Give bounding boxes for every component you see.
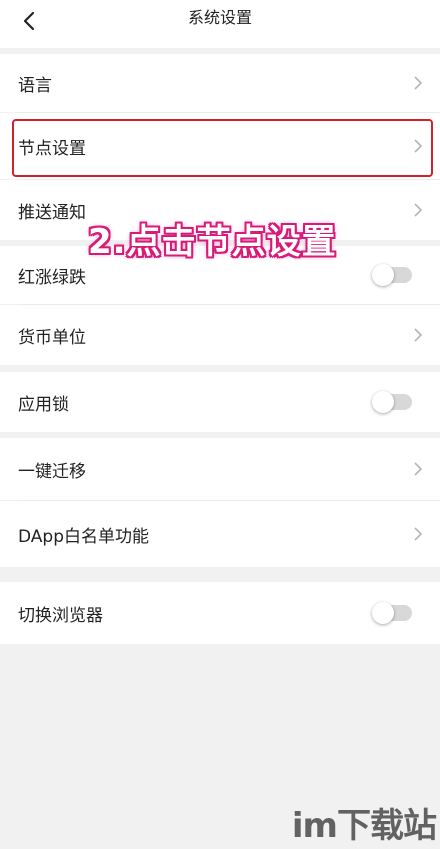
chevron-right-icon [414,527,423,541]
settings-item-currency[interactable]: 货币单位 [0,305,440,365]
settings-item-label: 一键迁移 [18,461,86,482]
back-button[interactable] [14,6,44,36]
chevron-right-icon [414,203,423,217]
settings-item-language[interactable]: 语言 [0,54,440,112]
settings-item-app-lock[interactable]: 应用锁 [0,372,440,432]
top-bar: 系统设置 [0,0,440,48]
red-green-toggle[interactable] [372,264,412,286]
toggle-knob [372,264,394,286]
page-title: 系统设置 [187,8,252,27]
settings-item-switch-browser[interactable]: 切换浏览器 [0,582,440,644]
watermark-logo: im下载站 [291,806,437,846]
settings-item-label: 货币单位 [18,327,86,348]
toggle-knob [372,602,394,624]
tutorial-annotation: 2.点击节点设置 [88,222,337,262]
chevron-right-icon [414,76,423,90]
chevron-right-icon [414,462,423,476]
chevron-left-icon [23,11,35,31]
toggle-knob [372,391,394,413]
settings-item-node[interactable]: 节点设置 [0,113,440,179]
settings-item-dapp-whitelist[interactable]: DApp白名单功能 [0,501,440,567]
settings-item-label: 语言 [18,75,52,96]
settings-item-label: 应用锁 [18,394,69,415]
settings-item-label: 推送通知 [18,202,86,223]
settings-item-label: 节点设置 [18,138,86,159]
switch-browser-toggle[interactable] [372,602,412,624]
settings-item-migrate[interactable]: 一键迁移 [0,438,440,500]
chevron-right-icon [414,328,423,342]
settings-item-label: 红涨绿跌 [18,267,86,288]
settings-item-label: 切换浏览器 [18,605,103,626]
settings-item-label: DApp白名单功能 [18,526,150,547]
app-lock-toggle[interactable] [372,391,412,413]
chevron-right-icon [414,139,423,153]
